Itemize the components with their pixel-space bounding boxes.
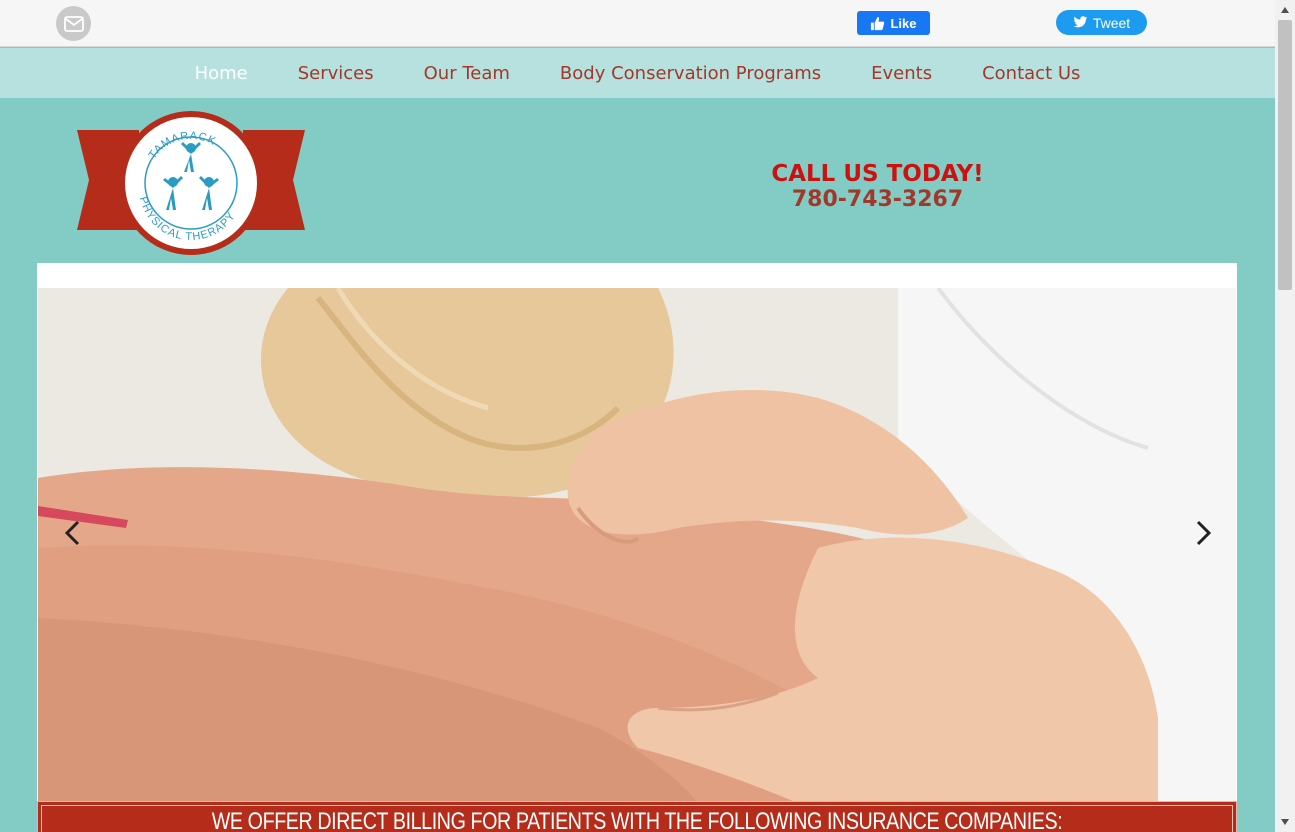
scroll-up-button[interactable]: [1275, 0, 1295, 20]
twitter-bird-icon: [1073, 16, 1088, 28]
slider-next-button[interactable]: [1187, 518, 1217, 548]
site-logo[interactable]: TAMARACK PHYSICAL THERAPY: [77, 110, 307, 258]
facebook-like-label: Like: [890, 15, 917, 31]
scroll-down-button[interactable]: [1275, 812, 1295, 832]
slider-prev-button[interactable]: [59, 518, 89, 548]
main-nav: Home Services Our Team Body Conservation…: [0, 48, 1275, 98]
image-slider: [37, 263, 1237, 803]
triangle-down-icon: [1281, 819, 1289, 825]
triangle-up-icon: [1281, 7, 1289, 13]
nav-events[interactable]: Events: [871, 63, 932, 84]
envelope-icon: [63, 15, 84, 32]
call-us-block: CALL US TODAY! 780-743-3267: [740, 160, 1015, 212]
tweet-label: Tweet: [1092, 14, 1131, 31]
scrollbar-thumb[interactable]: [1278, 20, 1292, 290]
social-bar: Like Tweet: [0, 0, 1275, 47]
email-share-button[interactable]: [56, 6, 91, 41]
nav-home[interactable]: Home: [195, 63, 248, 84]
facebook-like-button[interactable]: Like: [857, 11, 930, 35]
thumbs-up-icon: [871, 16, 885, 30]
direct-billing-banner: WE OFFER DIRECT BILLING FOR PATIENTS WIT…: [37, 801, 1237, 832]
slide-image-massage: [38, 288, 1236, 803]
chevron-right-icon: [1196, 520, 1212, 546]
nav-body-conservation-programs[interactable]: Body Conservation Programs: [560, 63, 821, 84]
nav-our-team[interactable]: Our Team: [424, 63, 510, 84]
call-us-title: CALL US TODAY!: [771, 161, 984, 187]
nav-contact-us[interactable]: Contact Us: [982, 63, 1080, 84]
tweet-button[interactable]: Tweet: [1056, 10, 1147, 35]
chevron-left-icon: [64, 520, 80, 546]
direct-billing-text: WE OFFER DIRECT BILLING FOR PATIENTS WIT…: [211, 808, 1063, 832]
nav-services[interactable]: Services: [298, 63, 374, 84]
page-scrollbar[interactable]: [1275, 0, 1295, 832]
phone-number[interactable]: 780-743-3267: [740, 188, 1015, 212]
